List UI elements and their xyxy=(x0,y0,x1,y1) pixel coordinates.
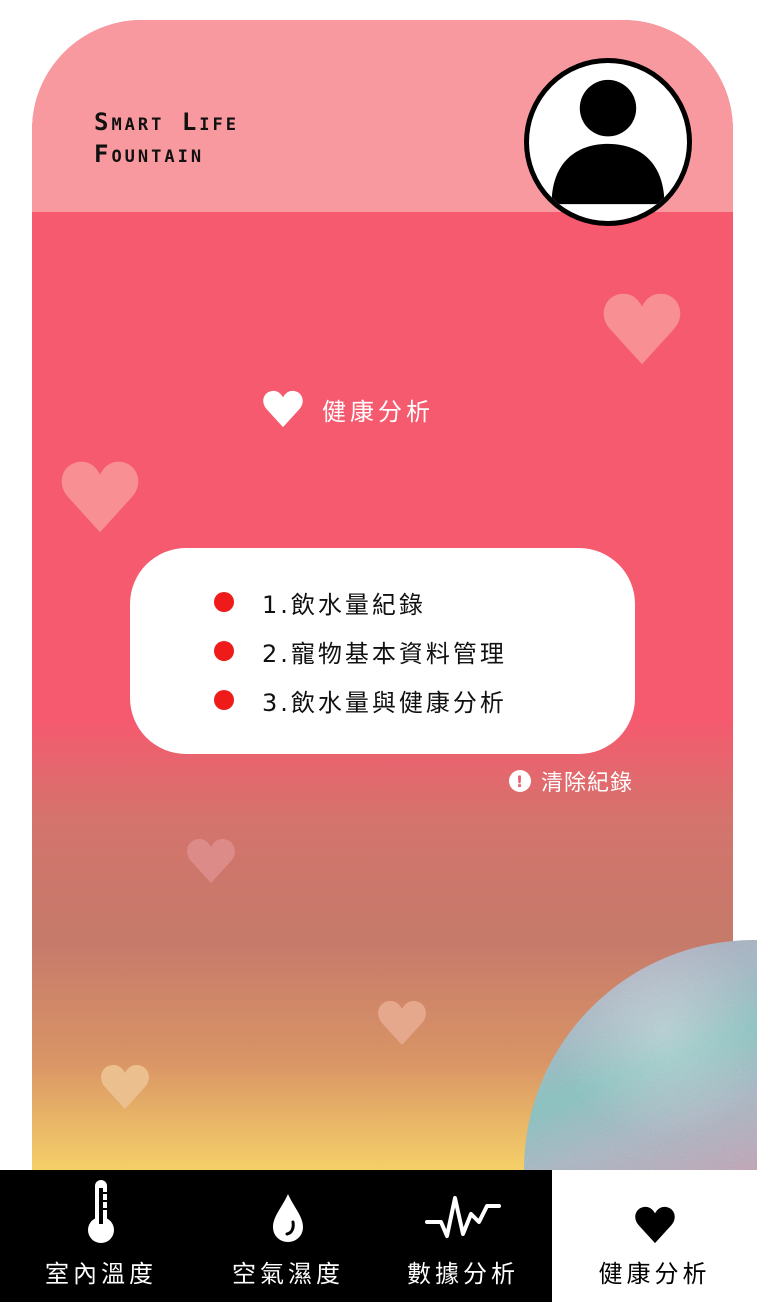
bullet-dot-icon xyxy=(214,641,234,661)
brand-line-1: Smart Life xyxy=(94,108,239,136)
clear-records-button[interactable]: ! 清除紀錄 xyxy=(509,766,633,796)
section-title-label: 健康分析 xyxy=(322,397,434,426)
tab-label: 空氣濕度 xyxy=(232,1260,344,1288)
section-title: 健康分析 xyxy=(262,388,434,430)
thermometer-icon xyxy=(88,1180,114,1243)
tab-data-analysis[interactable]: 數據分析 xyxy=(374,1170,552,1302)
menu-item-pet-profile[interactable]: 2.寵物基本資料管理 xyxy=(214,633,507,669)
decorative-heart-icon xyxy=(100,1064,150,1110)
decorative-heart-icon xyxy=(602,292,682,366)
tab-label: 室內溫度 xyxy=(45,1260,157,1288)
pulse-line-icon xyxy=(425,1196,501,1238)
bullet-dot-icon xyxy=(214,592,234,612)
menu-item-label: 1.飲水量紀錄 xyxy=(262,590,426,619)
decorative-heart-icon xyxy=(377,1000,427,1046)
alert-icon: ! xyxy=(509,770,531,792)
tab-label: 健康分析 xyxy=(598,1260,711,1288)
user-avatar-icon[interactable] xyxy=(524,58,692,226)
menu-item-label: 2.寵物基本資料管理 xyxy=(262,639,507,668)
feature-menu-card: 1.飲水量紀錄 2.寵物基本資料管理 3.飲水量與健康分析 xyxy=(130,548,635,754)
tab-health-analysis[interactable]: 健康分析 xyxy=(552,1170,757,1302)
heart-icon xyxy=(263,390,303,428)
brand-line-2: Fountain xyxy=(94,140,205,168)
decorative-heart-icon xyxy=(60,460,140,534)
tab-indoor-temperature[interactable]: 室內溫度 xyxy=(0,1170,202,1302)
heart-icon xyxy=(634,1206,675,1244)
decorative-glitter-shape xyxy=(524,940,757,1170)
bottom-tab-bar: 室內溫度 空氣濕度 數據分析 健康分析 xyxy=(0,1170,757,1302)
tab-air-humidity[interactable]: 空氣濕度 xyxy=(202,1170,374,1302)
tab-label: 數據分析 xyxy=(407,1260,519,1288)
menu-item-water-record[interactable]: 1.飲水量紀錄 xyxy=(214,584,426,620)
app-brand: Smart Life Fountain xyxy=(94,106,239,170)
bullet-dot-icon xyxy=(214,690,234,710)
menu-item-health-analysis[interactable]: 3.飲水量與健康分析 xyxy=(214,682,507,718)
decorative-heart-icon xyxy=(186,838,236,884)
water-drop-icon xyxy=(273,1194,303,1242)
clear-records-label: 清除紀錄 xyxy=(541,771,634,796)
menu-item-label: 3.飲水量與健康分析 xyxy=(262,688,507,717)
